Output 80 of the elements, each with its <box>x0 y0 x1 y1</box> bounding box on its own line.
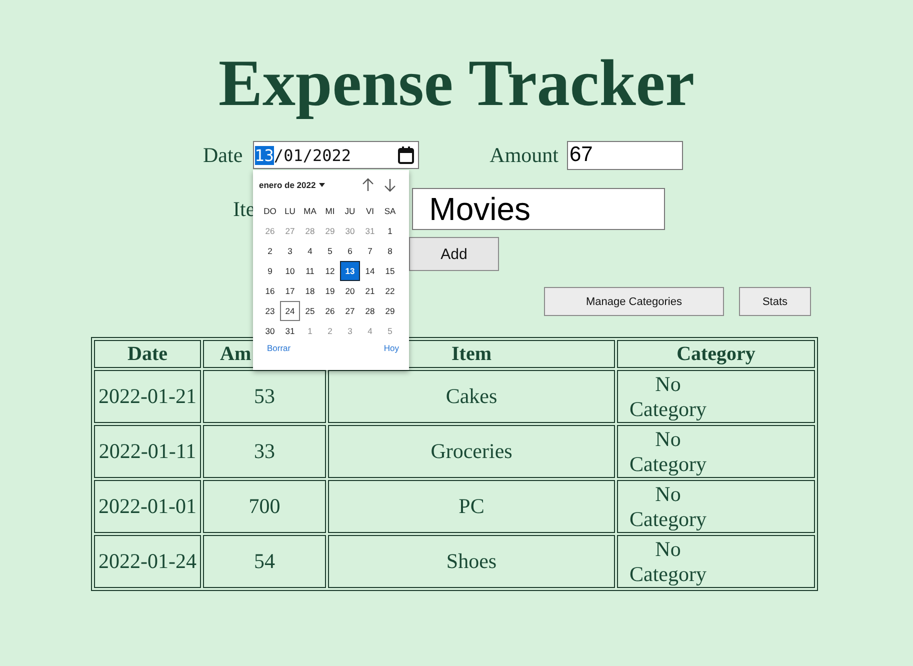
weekday-label: SA <box>383 205 397 218</box>
add-button[interactable]: Add <box>409 237 499 271</box>
calendar-day[interactable]: 2 <box>320 321 340 341</box>
calendar-day[interactable]: 5 <box>320 241 340 261</box>
calendar-day[interactable]: 5 <box>380 321 400 341</box>
calendar-day[interactable]: 14 <box>360 261 380 281</box>
caret-icon <box>318 183 325 187</box>
table-cell: PC <box>458 494 484 518</box>
calendar-icon[interactable] <box>396 146 415 164</box>
table-cell-text: No Category <box>628 372 708 422</box>
page-title: Expense Tracker <box>217 46 696 122</box>
manage-categories-button[interactable]: Manage Categories <box>544 287 724 316</box>
calendar-day[interactable]: 27 <box>340 301 360 321</box>
calendar-day[interactable]: 30 <box>340 221 360 241</box>
today-link[interactable]: Hoy <box>384 343 399 353</box>
calendar-day[interactable]: 22 <box>380 281 400 301</box>
table-cell: 2022-01-11 <box>98 439 196 463</box>
table-cell: Cakes <box>446 384 498 408</box>
calendar-day[interactable]: 20 <box>340 281 360 301</box>
weekday-label: DO <box>262 205 278 218</box>
calendar-day[interactable]: 28 <box>360 301 380 321</box>
calendar-day[interactable]: 11 <box>300 261 320 281</box>
calendar-day[interactable]: 12 <box>320 261 340 281</box>
calendar-day[interactable]: 31 <box>360 221 380 241</box>
calendar-day[interactable]: 24 <box>280 301 300 321</box>
table-cell: 700 <box>248 494 280 518</box>
calendar-day[interactable]: 15 <box>380 261 400 281</box>
table-cell-text: No Category <box>628 426 708 476</box>
table-cell: Shoes <box>446 549 497 573</box>
weekday-label: VI <box>364 205 376 218</box>
stats-button[interactable]: Stats <box>739 287 811 316</box>
calendar-day[interactable]: 1 <box>380 221 400 241</box>
amount-label: Amount <box>490 142 558 168</box>
item-field[interactable]: Movies <box>412 188 666 230</box>
calendar-day[interactable]: 3 <box>280 241 300 261</box>
table-cell-text: No Category <box>628 536 708 586</box>
calendar-day[interactable]: 23 <box>260 301 280 321</box>
calendar-day[interactable]: 17 <box>280 281 300 301</box>
calendar-day[interactable]: 6 <box>340 241 360 261</box>
date-field[interactable]: 13/01/2022 <box>252 141 419 169</box>
month-selector[interactable]: enero de 2022 <box>259 180 325 190</box>
weekday-label: MI <box>324 205 336 218</box>
calendar-day[interactable]: 7 <box>360 241 380 261</box>
calendar-day[interactable]: 25 <box>300 301 320 321</box>
weekday-label: MA <box>302 205 318 218</box>
down-arrow-icon[interactable] <box>383 178 397 192</box>
column-header: Category <box>617 340 815 368</box>
calendar-day[interactable]: 3 <box>340 321 360 341</box>
calendar-day[interactable]: 31 <box>280 321 300 341</box>
column-header: Date <box>94 340 201 368</box>
weekday-label: LU <box>284 205 296 218</box>
amount-field[interactable]: 67 <box>566 140 682 170</box>
table-cell: 2022-01-01 <box>98 494 196 518</box>
calendar-day[interactable]: 29 <box>380 301 400 321</box>
calendar-day[interactable]: 28 <box>300 221 320 241</box>
table-cell: 54 <box>254 549 275 573</box>
table-cell: 2022-01-24 <box>98 549 196 573</box>
calendar-day[interactable]: 2 <box>260 241 280 261</box>
up-arrow-icon[interactable] <box>361 178 375 192</box>
date-label: Date <box>203 142 243 168</box>
calendar-day[interactable]: 26 <box>320 301 340 321</box>
calendar-day[interactable]: 19 <box>320 281 340 301</box>
calendar-day[interactable]: 26 <box>260 221 280 241</box>
table-cell: 2022-01-21 <box>98 384 196 408</box>
table-cell-text: No Category <box>628 482 708 532</box>
calendar-day[interactable]: 16 <box>260 281 280 301</box>
calendar-day[interactable]: 30 <box>260 321 280 341</box>
table-cell: 33 <box>254 439 275 463</box>
calendar-day[interactable]: 18 <box>300 281 320 301</box>
calendar-day[interactable]: 13 <box>340 261 360 281</box>
weekday-label: JU <box>344 205 356 218</box>
table-cell: 53 <box>254 384 275 408</box>
calendar-day[interactable]: 4 <box>300 241 320 261</box>
clear-link[interactable]: Borrar <box>267 343 291 353</box>
calendar-day[interactable]: 9 <box>260 261 280 281</box>
calendar-day[interactable]: 21 <box>360 281 380 301</box>
calendar-day[interactable]: 8 <box>380 241 400 261</box>
table-cell: Groceries <box>430 439 512 463</box>
calendar-day[interactable]: 4 <box>360 321 380 341</box>
calendar-day[interactable]: 10 <box>280 261 300 281</box>
